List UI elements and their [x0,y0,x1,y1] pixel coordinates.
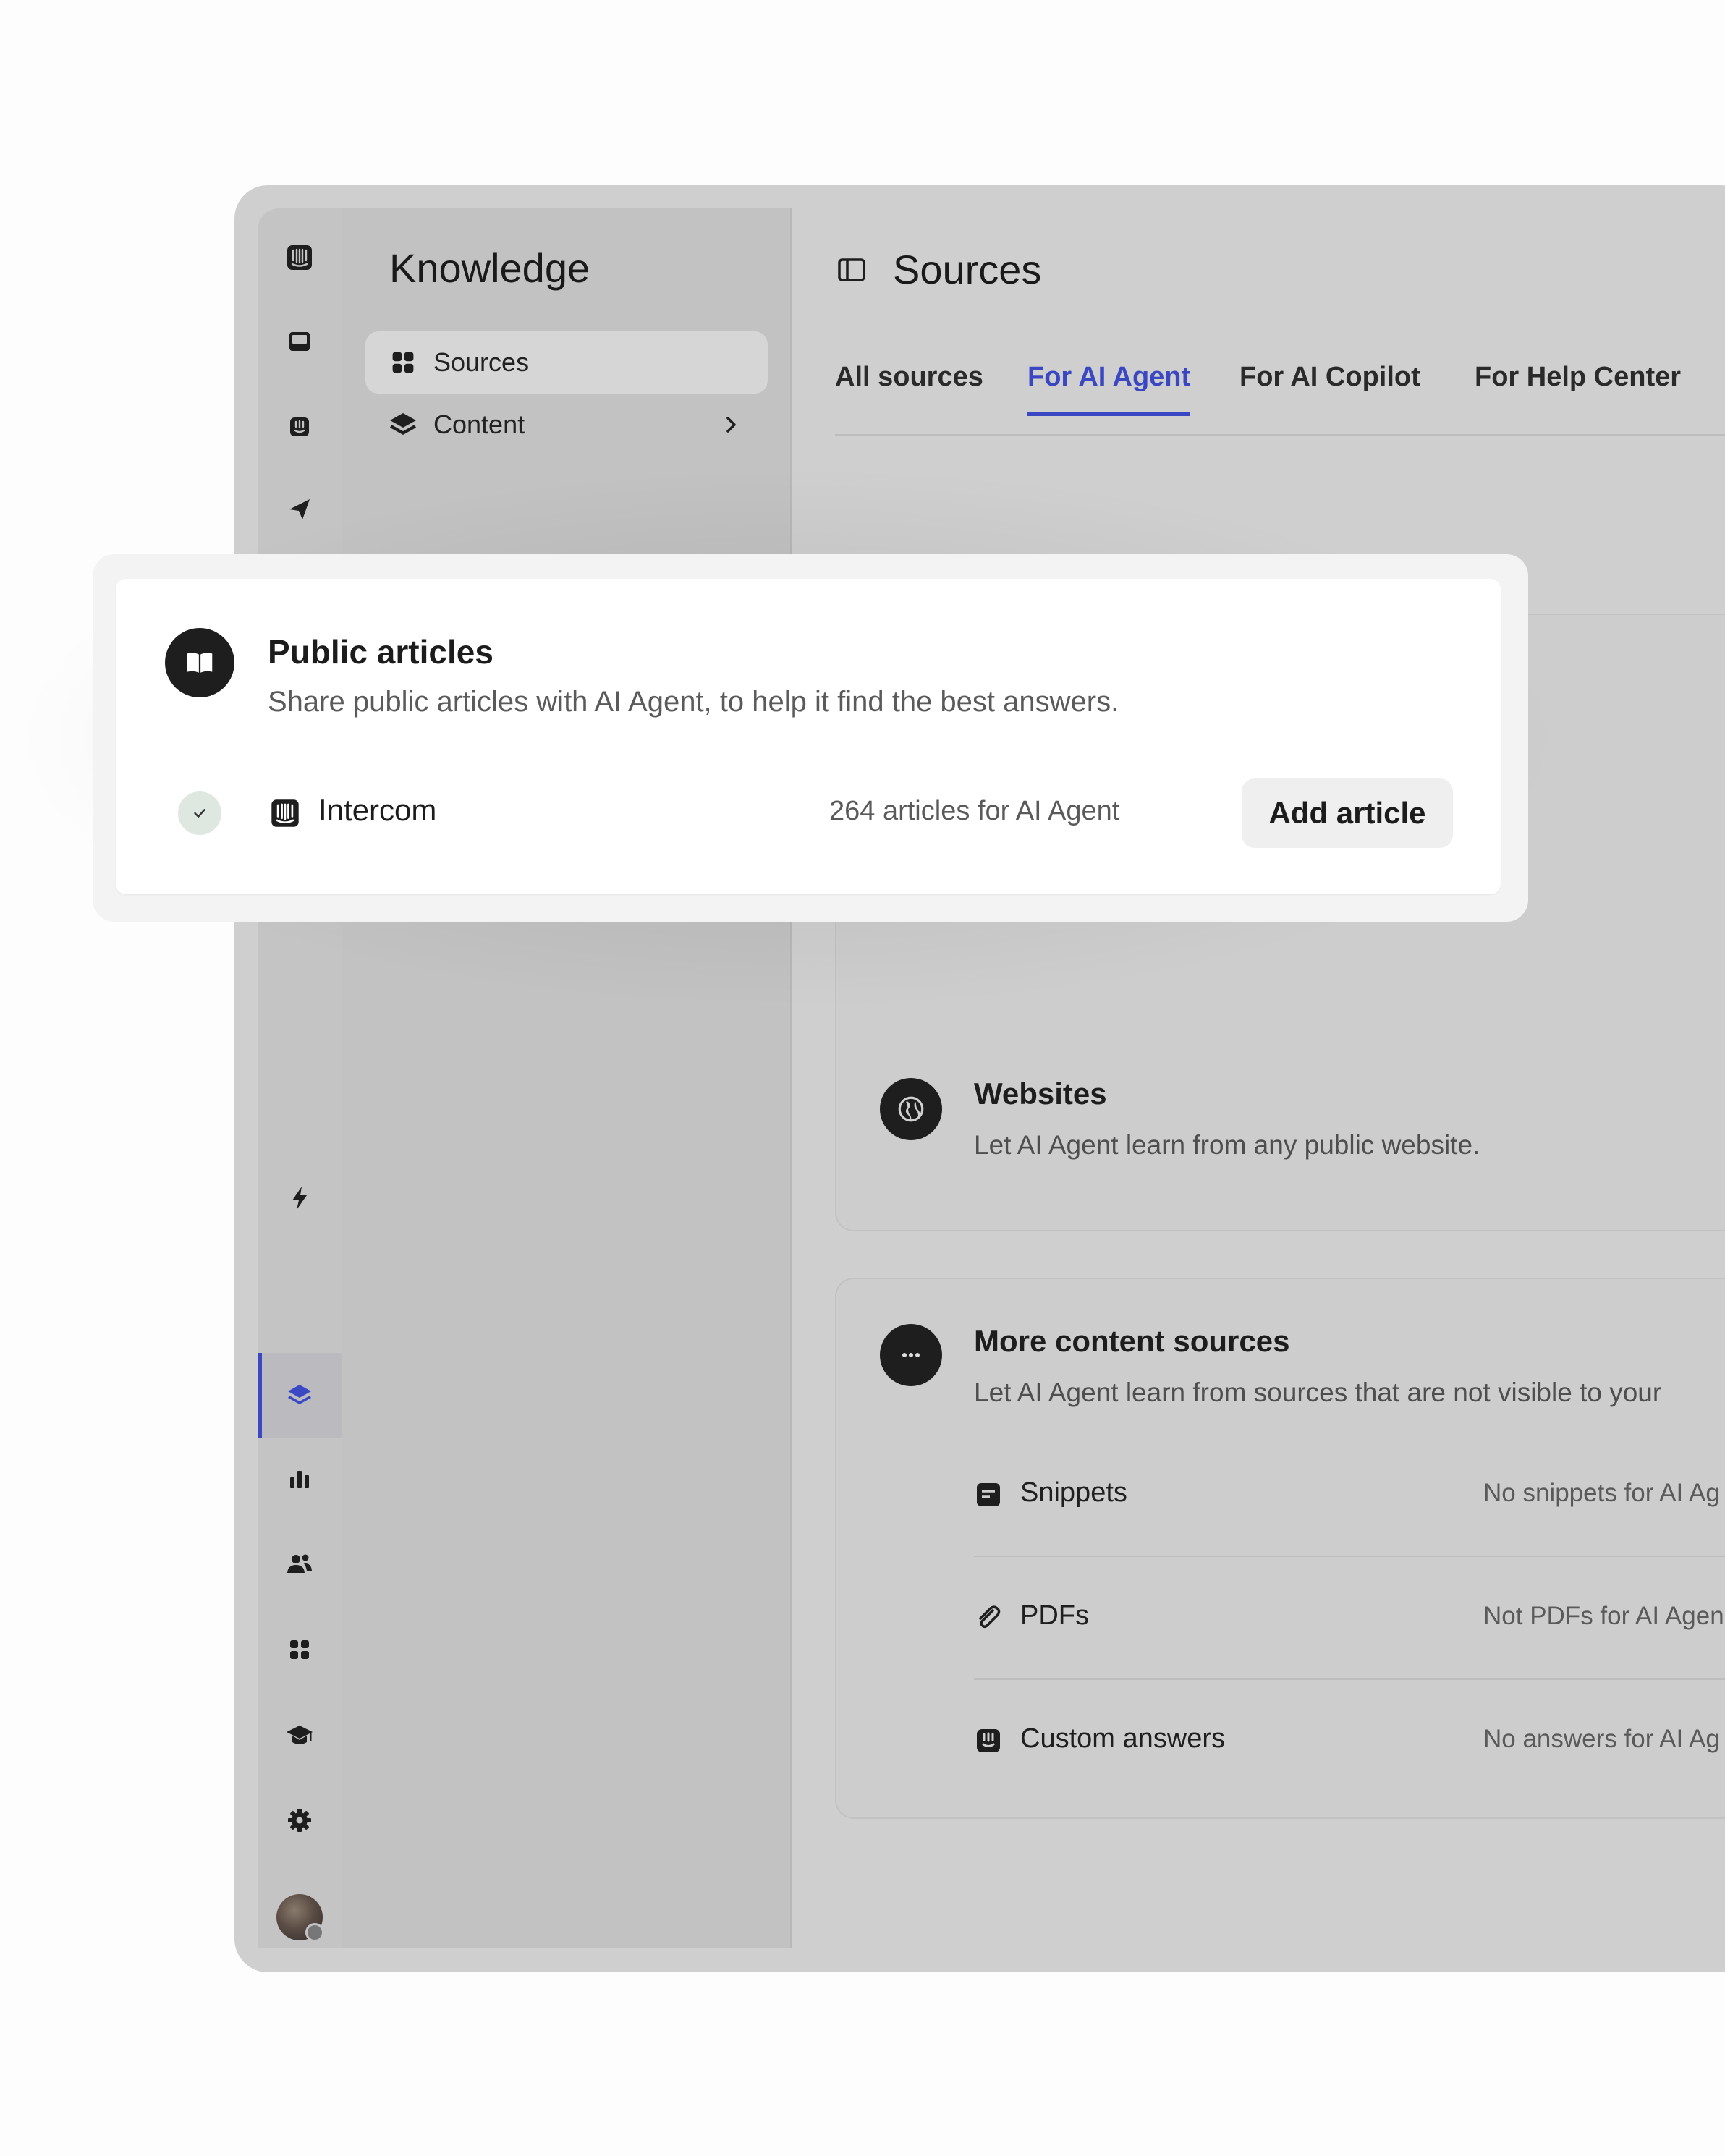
intercom-logo-icon[interactable] [272,230,327,285]
fin-icon [977,1729,1000,1752]
nav-item-label: Sources [433,347,530,377]
source-label: Custom answers [1020,1723,1225,1754]
source-name: Intercom [318,793,437,827]
chevron-right-icon [726,417,736,433]
knowledge-layers-icon[interactable] [272,1367,327,1422]
more-icon [880,1324,942,1386]
intercom-logo-icon [271,799,299,827]
lightning-icon[interactable] [272,1171,327,1226]
app-window: Knowledge Sources Content Sources All so… [234,185,1725,1972]
active-item-indicator [258,1353,262,1438]
source-label: Snippets [1020,1477,1127,1508]
source-row-snippets[interactable]: Snippets No snippets for AI Ag [974,1433,1725,1557]
tab-for-ai-agent[interactable]: For AI Agent [1027,362,1191,416]
websites-description: Let AI Agent learn from any public websi… [974,1130,1480,1160]
layers-icon [389,410,418,439]
add-article-button[interactable]: Add article [1242,778,1453,848]
page-title: Sources [893,247,1042,292]
source-status: No snippets for AI Ag [1483,1479,1720,1507]
user-avatar[interactable] [276,1894,324,1942]
public-articles-card: Public articles Share public articles wi… [116,579,1501,894]
sidebar-toggle-icon[interactable] [835,253,868,287]
nav-item-label: Content [433,409,525,439]
source-tabs: All sources For AI Agent For AI Copilot … [835,362,1725,436]
tab-all-sources[interactable]: All sources [835,362,983,412]
inbox-icon[interactable] [272,314,327,369]
snippet-icon [977,1483,1000,1506]
popup-description: Share public articles with AI Agent, to … [268,686,1119,718]
fin-icon[interactable] [272,399,327,454]
source-row-custom-answers[interactable]: Custom answers No answers for AI Ag [974,1678,1725,1801]
book-icon [165,628,234,697]
more-sources-title: More content sources [974,1324,1290,1358]
source-row-pdfs[interactable]: PDFs Not PDFs for AI Agen [974,1556,1725,1680]
presence-dot [305,1923,324,1942]
grid-icon [389,348,418,377]
popup-title: Public articles [268,633,493,671]
more-sources-card: More content sources Let AI Agent learn … [835,1278,1725,1819]
public-articles-popup: Public articles Share public articles wi… [93,554,1528,922]
globe-icon [880,1078,942,1140]
paperclip-icon [979,1605,1001,1629]
source-status: No answers for AI Ag [1483,1725,1720,1753]
article-count: 264 articles for AI Agent [829,796,1120,826]
nav-item-sources[interactable]: Sources [365,331,768,394]
academy-icon[interactable] [272,1707,327,1762]
apps-icon[interactable] [272,1622,327,1677]
more-sources-description: Let AI Agent learn from sources that are… [974,1378,1662,1407]
source-label: PDFs [1020,1600,1089,1631]
tab-for-help-center[interactable]: For Help Center [1475,362,1681,412]
page-header: Sources [835,246,1041,293]
nav-item-content[interactable]: Content [365,394,768,456]
reports-icon[interactable] [272,1451,327,1506]
tab-for-ai-copilot[interactable]: For AI Copilot [1239,362,1420,412]
nav-title: Knowledge [389,245,590,291]
source-status: Not PDFs for AI Agen [1483,1602,1724,1630]
check-icon [178,791,221,835]
contacts-icon[interactable] [272,1537,327,1592]
settings-icon[interactable] [272,1793,327,1848]
websites-title: Websites [974,1077,1107,1111]
